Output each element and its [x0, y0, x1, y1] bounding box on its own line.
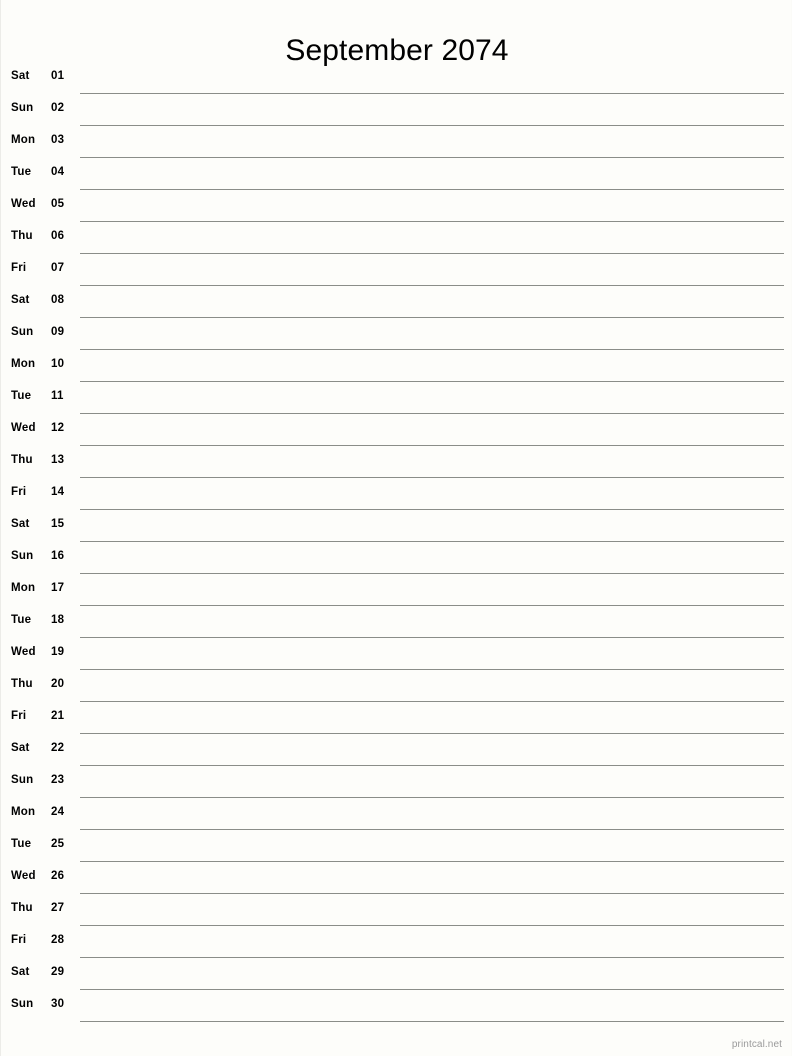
day-weekday-label: Mon [11, 806, 36, 818]
day-row: Sun 23 [1, 766, 792, 798]
day-number-label: 18 [51, 614, 65, 626]
day-row: Sat 22 [1, 734, 792, 766]
day-number-label: 05 [51, 198, 65, 210]
day-row: Mon 10 [1, 350, 792, 382]
day-weekday-label: Sat [11, 294, 30, 306]
day-row: Wed 05 [1, 190, 792, 222]
day-writing-line[interactable] [80, 1021, 784, 1022]
day-number-label: 07 [51, 262, 65, 274]
day-weekday-label: Wed [11, 422, 36, 434]
day-weekday-label: Tue [11, 838, 32, 850]
day-row: Sat 01 [1, 62, 792, 94]
footer-credit: printcal.net [731, 1039, 782, 1050]
day-row: Fri 28 [1, 926, 792, 958]
day-weekday-label: Mon [11, 134, 36, 146]
day-weekday-label: Tue [11, 614, 32, 626]
day-row: Mon 03 [1, 126, 792, 158]
day-weekday-label: Fri [11, 262, 27, 274]
day-weekday-label: Mon [11, 358, 36, 370]
day-weekday-label: Sun [11, 102, 34, 114]
day-weekday-label: Thu [11, 902, 33, 914]
day-row: Thu 06 [1, 222, 792, 254]
day-row: Mon 24 [1, 798, 792, 830]
day-row: Thu 13 [1, 446, 792, 478]
day-row: Tue 18 [1, 606, 792, 638]
day-weekday-label: Fri [11, 710, 27, 722]
day-number-label: 11 [51, 390, 64, 402]
day-number-label: 30 [51, 998, 65, 1010]
day-weekday-label: Sun [11, 550, 34, 562]
day-row: Sun 09 [1, 318, 792, 350]
day-row: Wed 19 [1, 638, 792, 670]
day-weekday-label: Wed [11, 646, 36, 658]
day-row: Wed 12 [1, 414, 792, 446]
calendar-page: September 2074 Sat 01 Sun 02 Mon 03 Tue 04 Wed 05… [0, 0, 792, 1056]
day-number-label: 10 [51, 358, 65, 370]
day-number-label: 12 [51, 422, 65, 434]
day-row: Thu 27 [1, 894, 792, 926]
day-weekday-label: Wed [11, 870, 36, 882]
day-number-label: 04 [51, 166, 65, 178]
day-number-label: 13 [51, 454, 65, 466]
day-number-label: 16 [51, 550, 65, 562]
day-weekday-label: Fri [11, 486, 27, 498]
day-weekday-label: Sun [11, 774, 34, 786]
day-number-label: 27 [51, 902, 65, 914]
day-number-label: 21 [51, 710, 65, 722]
day-number-label: 06 [51, 230, 65, 242]
day-row: Sat 08 [1, 286, 792, 318]
day-row: Fri 07 [1, 254, 792, 286]
day-number-label: 19 [51, 646, 65, 658]
day-number-label: 03 [51, 134, 65, 146]
day-number-label: 22 [51, 742, 65, 754]
day-row: Sun 30 [1, 990, 792, 1022]
day-row: Sat 29 [1, 958, 792, 990]
day-number-label: 02 [51, 102, 65, 114]
day-weekday-label: Thu [11, 678, 33, 690]
day-weekday-label: Thu [11, 454, 33, 466]
day-number-label: 24 [51, 806, 65, 818]
day-number-label: 01 [51, 70, 65, 82]
day-row: Sat 15 [1, 510, 792, 542]
day-number-label: 28 [51, 934, 65, 946]
day-number-label: 15 [51, 518, 65, 530]
day-row: Fri 14 [1, 478, 792, 510]
day-row: Tue 11 [1, 382, 792, 414]
day-weekday-label: Sat [11, 518, 30, 530]
day-weekday-label: Tue [11, 166, 32, 178]
day-number-label: 17 [51, 582, 65, 594]
day-number-label: 08 [51, 294, 65, 306]
day-number-label: 26 [51, 870, 65, 882]
day-weekday-label: Wed [11, 198, 36, 210]
day-number-label: 25 [51, 838, 65, 850]
day-number-label: 14 [51, 486, 65, 498]
day-number-label: 20 [51, 678, 65, 690]
day-weekday-label: Mon [11, 582, 36, 594]
day-weekday-label: Sun [11, 326, 34, 338]
day-weekday-label: Fri [11, 934, 27, 946]
day-row: Tue 25 [1, 830, 792, 862]
day-number-label: 29 [51, 966, 65, 978]
day-number-label: 09 [51, 326, 65, 338]
day-rows-list: Sat 01 Sun 02 Mon 03 Tue 04 Wed 05 Thu 06 Fri 07 Sat 08… [1, 62, 792, 1022]
day-weekday-label: Sun [11, 998, 34, 1010]
day-row: Sun 02 [1, 94, 792, 126]
day-row: Sun 16 [1, 542, 792, 574]
day-row: Fri 21 [1, 702, 792, 734]
day-row: Tue 04 [1, 158, 792, 190]
day-weekday-label: Thu [11, 230, 33, 242]
day-row: Mon 17 [1, 574, 792, 606]
day-weekday-label: Sat [11, 742, 30, 754]
day-weekday-label: Sat [11, 966, 30, 978]
day-row: Wed 26 [1, 862, 792, 894]
day-number-label: 23 [51, 774, 65, 786]
day-row: Thu 20 [1, 670, 792, 702]
day-weekday-label: Sat [11, 70, 30, 82]
day-weekday-label: Tue [11, 390, 32, 402]
